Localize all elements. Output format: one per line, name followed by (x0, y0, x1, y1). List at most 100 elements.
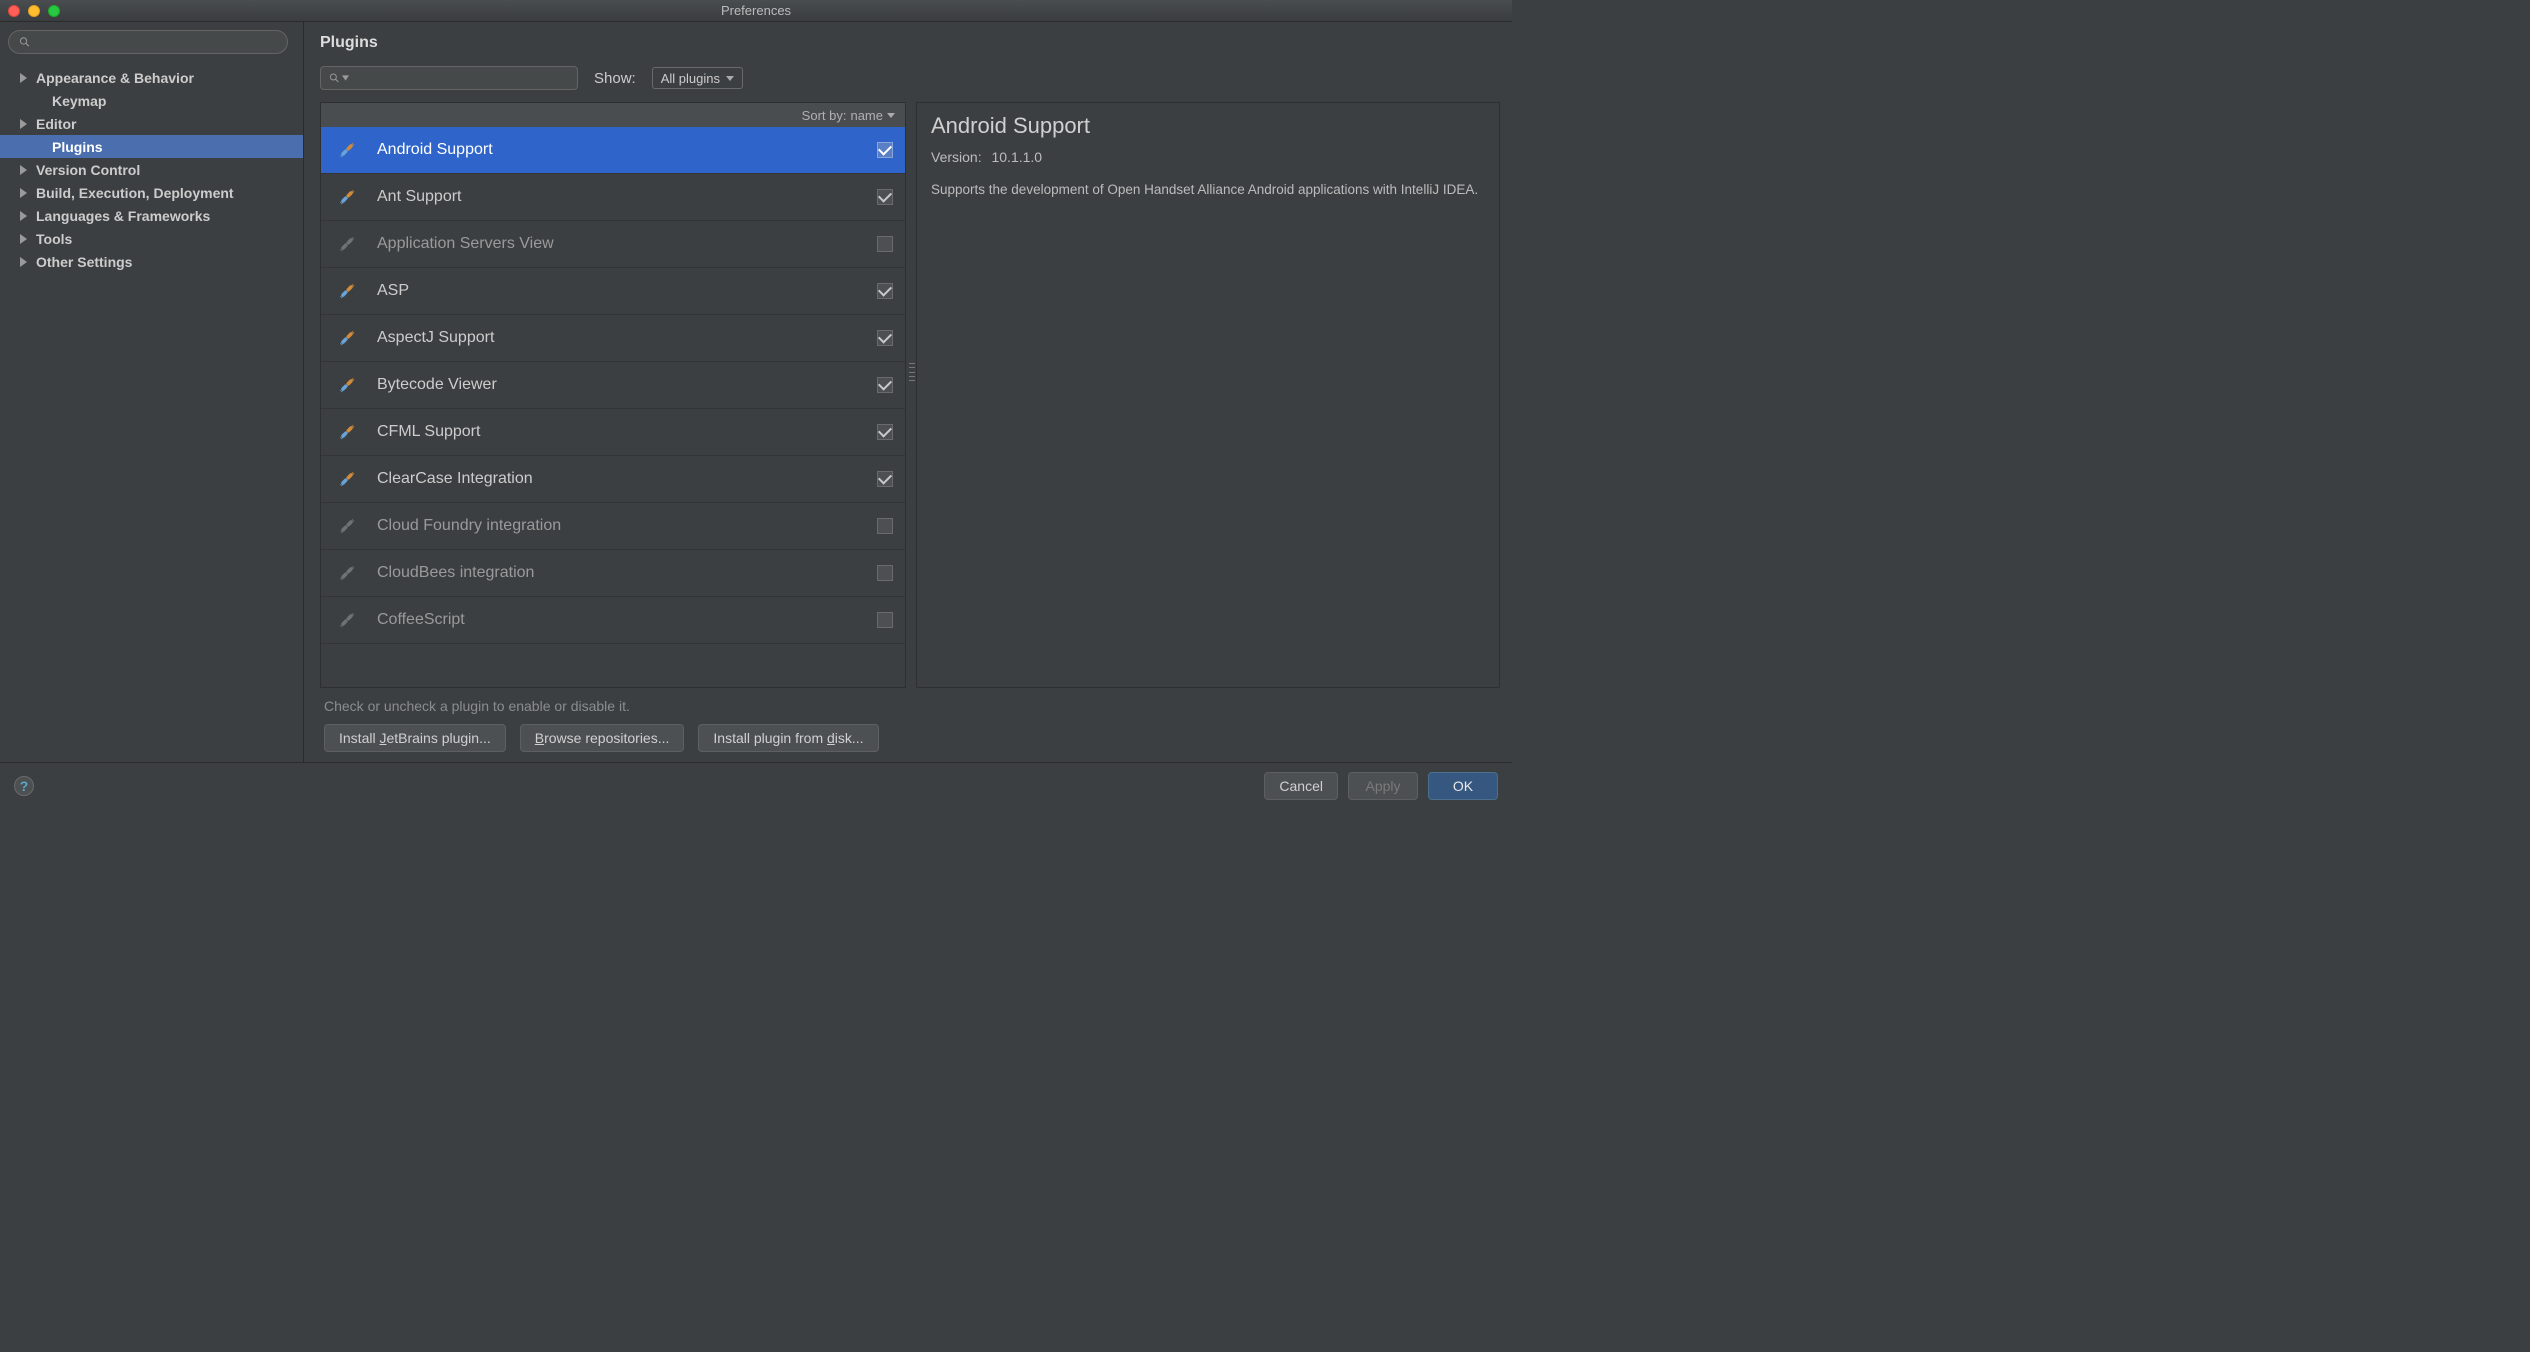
plugin-enable-checkbox[interactable] (877, 565, 893, 581)
plugin-row[interactable]: ClearCase Integration (321, 456, 905, 503)
sidebar-item-label: Version Control (36, 162, 140, 178)
plugin-row[interactable]: CFML Support (321, 409, 905, 456)
plugin-icon (335, 517, 359, 535)
plugin-name-label: ASP (377, 282, 877, 300)
plugin-row[interactable]: AspectJ Support (321, 315, 905, 362)
sidebar-item-label: Editor (36, 116, 76, 132)
cancel-button[interactable]: Cancel (1264, 772, 1338, 800)
plugin-enable-checkbox[interactable] (877, 283, 893, 299)
main-panel: Plugins Show: All plugins Sort by: (304, 22, 1512, 762)
content-split: Sort by: name Android Support Ant Support… (304, 102, 1512, 696)
help-button[interactable]: ? (14, 776, 34, 796)
sidebar-item-label: Keymap (52, 93, 106, 109)
plugin-icon (335, 329, 359, 347)
sidebar-item-keymap[interactable]: Keymap (0, 89, 303, 112)
sidebar-item-label: Other Settings (36, 254, 132, 270)
plugin-row[interactable]: Android Support (321, 127, 905, 174)
disclosure-triangle-icon (20, 73, 30, 83)
sidebar-search-box[interactable] (8, 30, 288, 54)
sidebar-item-label: Plugins (52, 139, 103, 155)
dialog-footer: ? Cancel Apply OK (0, 762, 1512, 808)
search-dropdown-icon (342, 75, 349, 81)
detail-version-value: 10.1.1.0 (991, 149, 1042, 165)
plugin-enable-checkbox[interactable] (877, 612, 893, 628)
sort-by-label: Sort by: (802, 108, 847, 123)
plugin-search-input[interactable] (355, 71, 569, 86)
disclosure-triangle-icon (20, 165, 30, 175)
sidebar-item-other-settings[interactable]: Other Settings (0, 250, 303, 273)
sidebar-item-appearance-behavior[interactable]: Appearance & Behavior (0, 66, 303, 89)
sort-by-value: name (850, 108, 883, 123)
page-title: Plugins (304, 22, 1512, 58)
splitter-handle[interactable] (909, 363, 915, 381)
plugin-icon (335, 470, 359, 488)
plugin-icon (335, 282, 359, 300)
sidebar-item-build-execution-deployment[interactable]: Build, Execution, Deployment (0, 181, 303, 204)
sidebar-item-label: Appearance & Behavior (36, 70, 194, 86)
plugin-row[interactable]: ASP (321, 268, 905, 315)
plugin-name-label: ClearCase Integration (377, 470, 877, 488)
plugin-enable-checkbox[interactable] (877, 189, 893, 205)
sidebar-item-label: Languages & Frameworks (36, 208, 210, 224)
plugin-search-box[interactable] (320, 66, 578, 90)
sidebar-item-plugins[interactable]: Plugins (0, 135, 303, 158)
detail-description: Supports the development of Open Handset… (931, 181, 1485, 199)
plugin-name-label: Android Support (377, 141, 877, 159)
disclosure-triangle-icon (20, 211, 30, 221)
plugin-enable-checkbox[interactable] (877, 518, 893, 534)
install-from-disk-button[interactable]: Install plugin from disk... (698, 724, 878, 752)
plugin-enable-checkbox[interactable] (877, 377, 893, 393)
plugin-icon (335, 423, 359, 441)
detail-title: Android Support (931, 113, 1485, 139)
action-button-row: Install JetBrains plugin... Browse repos… (304, 724, 1512, 762)
plugin-list: Android Support Ant Support Application Se… (321, 127, 905, 687)
plugin-row[interactable]: Cloud Foundry integration (321, 503, 905, 550)
sidebar-item-editor[interactable]: Editor (0, 112, 303, 135)
chevron-down-icon (726, 76, 734, 81)
sidebar-item-languages-frameworks[interactable]: Languages & Frameworks (0, 204, 303, 227)
plugin-name-label: CFML Support (377, 423, 877, 441)
show-filter-value: All plugins (661, 71, 720, 86)
plugin-row[interactable]: Bytecode Viewer (321, 362, 905, 409)
sidebar-item-version-control[interactable]: Version Control (0, 158, 303, 181)
plugin-enable-checkbox[interactable] (877, 471, 893, 487)
sidebar-item-label: Build, Execution, Deployment (36, 185, 234, 201)
detail-version: Version: 10.1.1.0 (931, 149, 1485, 165)
plugin-enable-checkbox[interactable] (877, 236, 893, 252)
browse-repositories-button[interactable]: Browse repositories... (520, 724, 685, 752)
plugin-enable-checkbox[interactable] (877, 424, 893, 440)
sidebar-nav: Appearance & Behavior Keymap Editor Plugins… (0, 62, 303, 273)
disclosure-triangle-icon (20, 257, 30, 267)
search-icon (19, 36, 30, 48)
show-filter-select[interactable]: All plugins (652, 67, 743, 89)
window-title: Preferences (0, 3, 1512, 18)
plugin-row[interactable]: CloudBees integration (321, 550, 905, 597)
plugin-row[interactable]: Application Servers View (321, 221, 905, 268)
sidebar-search-input[interactable] (36, 35, 277, 50)
plugin-icon (335, 188, 359, 206)
plugin-icon (335, 141, 359, 159)
sidebar-item-label: Tools (36, 231, 72, 247)
plugin-name-label: Bytecode Viewer (377, 376, 877, 394)
plugin-name-label: Application Servers View (377, 235, 877, 253)
sort-header[interactable]: Sort by: name (321, 103, 905, 127)
plugin-name-label: CloudBees integration (377, 564, 877, 582)
hint-text: Check or uncheck a plugin to enable or d… (304, 696, 1512, 724)
plugin-name-label: CoffeeScript (377, 611, 877, 629)
plugin-list-panel: Sort by: name Android Support Ant Support… (320, 102, 906, 688)
apply-button[interactable]: Apply (1348, 772, 1418, 800)
plugin-icon (335, 564, 359, 582)
ok-button[interactable]: OK (1428, 772, 1498, 800)
plugin-row[interactable]: Ant Support (321, 174, 905, 221)
plugin-enable-checkbox[interactable] (877, 330, 893, 346)
plugin-icon (335, 376, 359, 394)
search-icon (329, 72, 340, 84)
disclosure-triangle-icon (20, 188, 30, 198)
plugin-detail-panel: Android Support Version: 10.1.1.0 Suppor… (916, 102, 1500, 688)
plugin-enable-checkbox[interactable] (877, 142, 893, 158)
plugin-row[interactable]: CoffeeScript (321, 597, 905, 644)
sidebar-item-tools[interactable]: Tools (0, 227, 303, 250)
sidebar-search-wrap (0, 22, 303, 62)
install-jetbrains-plugin-button[interactable]: Install JetBrains plugin... (324, 724, 506, 752)
plugin-name-label: Cloud Foundry integration (377, 517, 877, 535)
